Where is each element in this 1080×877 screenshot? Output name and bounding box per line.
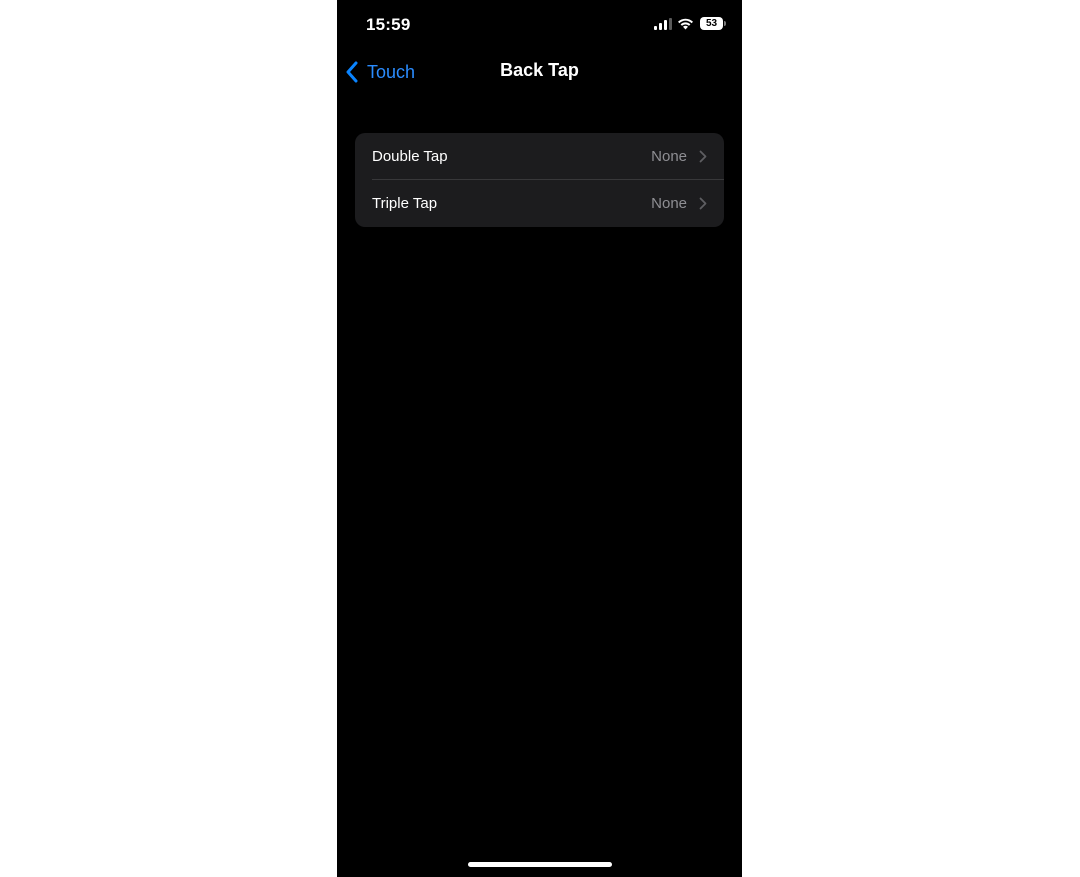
phone-screen: 15:59 53 Touch Back Tap Double Tap None …: [337, 0, 742, 877]
battery-cap: [724, 21, 726, 26]
triple-tap-row[interactable]: Triple Tap None: [355, 180, 724, 227]
double-tap-label: Double Tap: [372, 148, 448, 165]
battery-icon: 53: [700, 17, 726, 30]
double-tap-value: None: [651, 148, 687, 165]
wifi-icon: [678, 18, 693, 30]
page-title: Back Tap: [500, 60, 579, 80]
double-tap-row[interactable]: Double Tap None: [355, 133, 724, 180]
status-bar: 15:59 53: [337, 0, 742, 50]
triple-tap-value: None: [651, 195, 687, 212]
navigation-bar: Touch Back Tap: [337, 50, 742, 94]
chevron-right-icon: [699, 197, 707, 210]
status-time: 15:59: [366, 15, 411, 34]
home-indicator[interactable]: [468, 862, 612, 867]
signal-icon: [654, 18, 672, 30]
battery-level: 53: [700, 17, 723, 30]
back-tap-settings-group: Double Tap None Triple Tap None: [355, 133, 724, 227]
triple-tap-label: Triple Tap: [372, 195, 438, 212]
chevron-right-icon: [699, 150, 707, 163]
